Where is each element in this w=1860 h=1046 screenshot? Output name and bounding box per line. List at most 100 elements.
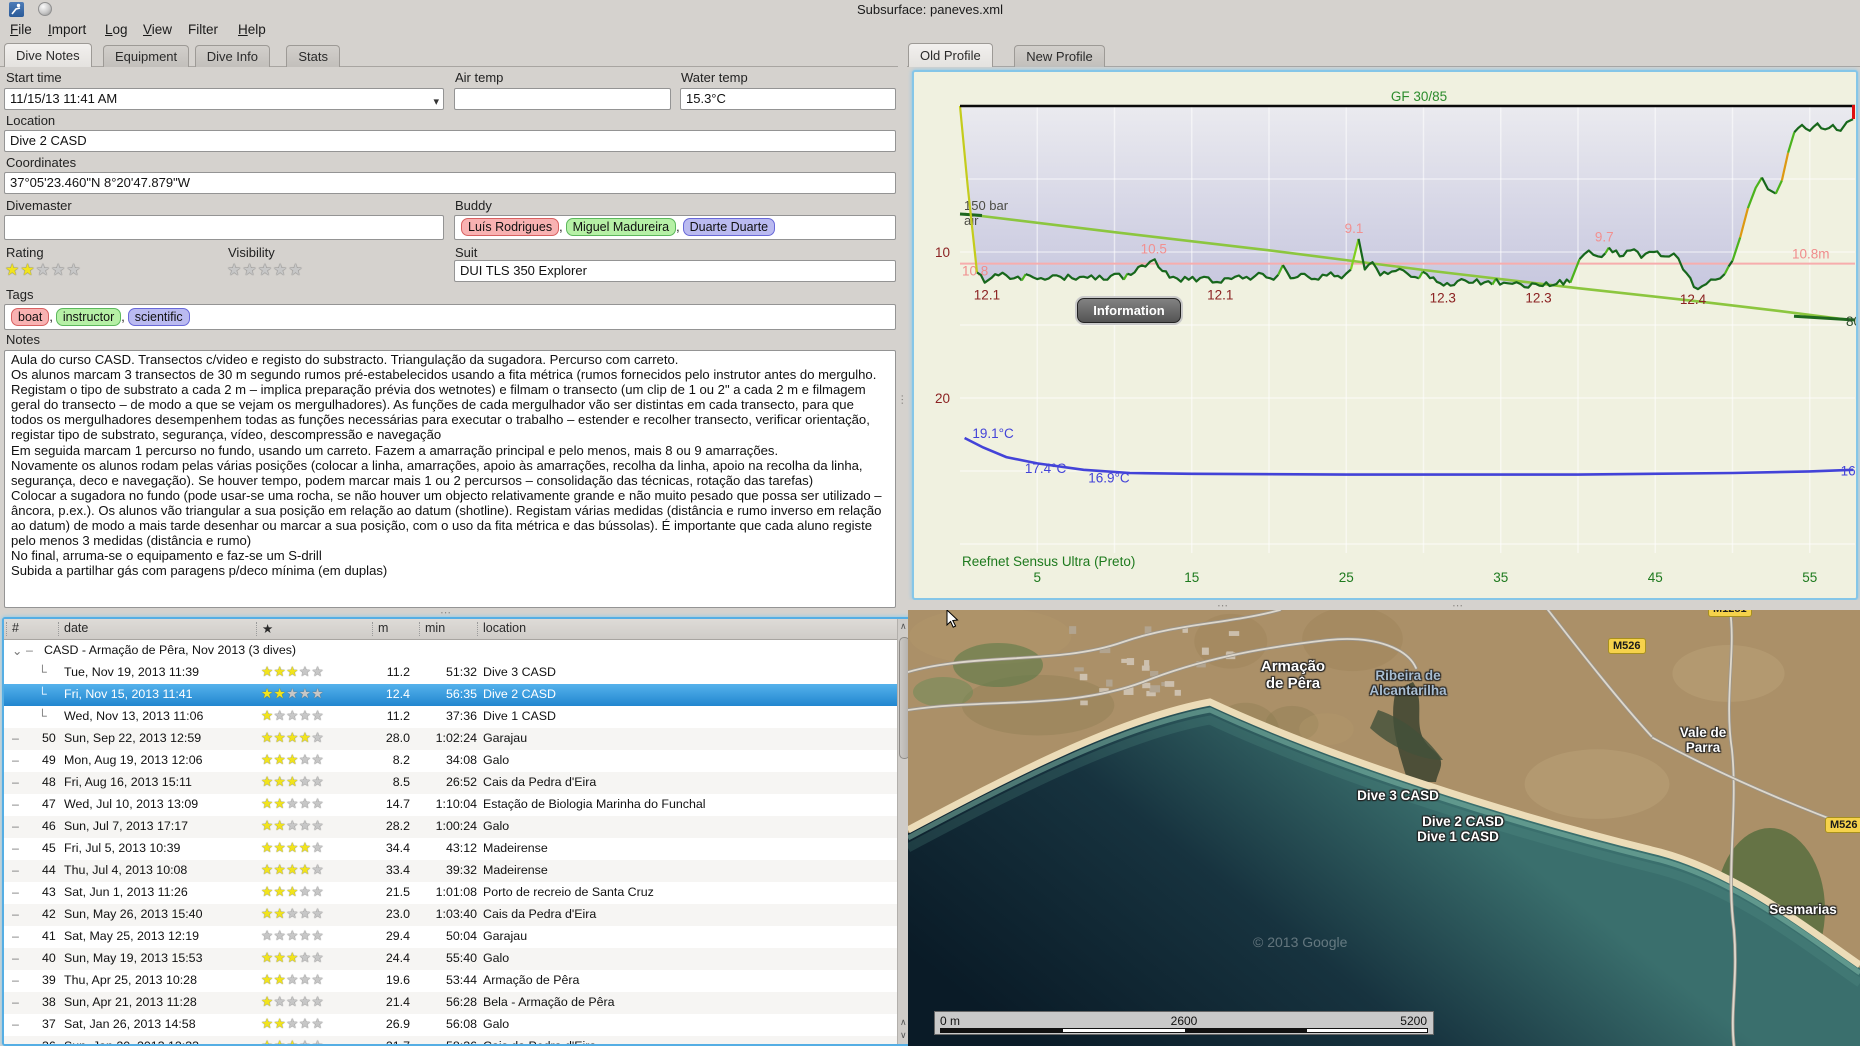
location-field[interactable]: Dive 2 CASD [4,130,896,152]
tag-chip[interactable]: Duarte Duarte [682,218,776,236]
rating-stars[interactable]: ★★★★★ [5,261,82,281]
dive-row[interactable]: –38 Sun, Apr 21, 2013 11:28 ★★★★★ 21.4 56:28… [4,992,898,1014]
dive-row[interactable]: –43 Sat, Jun 1, 2013 11:26 ★★★★★ 21.5 1:01:0… [4,882,898,904]
air-temp-field[interactable] [454,88,671,110]
dive-row[interactable]: –44 Thu, Jul 4, 2013 10:08 ★★★★★ 33.4 39:32 M… [4,860,898,882]
menu-filter[interactable]: Filter [188,22,218,37]
road-badge-m526-right: M526 [1825,817,1860,833]
visibility-label: Visibility [228,245,275,260]
trip-group-row[interactable]: ⌄ – CASD - Armação de Pêra, Nov 2013 (3 di… [4,640,898,662]
dive-row[interactable]: –41 Sat, May 25, 2013 12:19 ★★★★★ 29.4 50:04… [4,926,898,948]
chevron-down-icon[interactable]: ▾ [433,92,439,109]
dive-site-map[interactable]: Armação de Pêra Ribeira de Alcantarilha … [908,610,1860,1046]
information-button[interactable]: Information [1077,298,1181,323]
dive-row[interactable]: └ Wed, Nov 13, 2013 11:06 ★★★★★ 11.2 37:36 Di… [4,706,898,728]
dive-list[interactable]: # date ★ m min location ⌄ – CASD - Armação de P… [2,617,914,1046]
tags-label: Tags [6,287,34,302]
suit-field[interactable]: DUI TLS 350 Explorer [454,260,896,282]
map-scale-bar: 0 m 2600 5200 [934,1011,1434,1035]
left-tab-bar: Dive Notes Equipment Dive Info Stats [0,43,898,67]
tab-equipment[interactable]: Equipment [103,45,190,67]
star-icon: ★ [227,262,243,279]
scroll-up-icon[interactable]: ∧ [900,1017,907,1028]
svg-text:10.8m: 10.8m [1792,247,1830,262]
menu-view[interactable]: View [143,22,172,37]
tab-dive-notes[interactable]: Dive Notes [4,43,92,67]
dive-row[interactable]: –42 Sun, May 26, 2013 15:40 ★★★★★ 23.0 1:03:… [4,904,898,926]
svg-text:10.5: 10.5 [1141,241,1167,256]
dive-profile-chart: 10.8150 barair8019.1°C17.4°C16.9°C1612.1… [935,89,1856,585]
svg-text:Reefnet Sensus Ultra (Preto): Reefnet Sensus Ultra (Preto) [962,554,1135,569]
svg-text:5: 5 [1033,570,1041,585]
scale-bar-segments [940,1028,1428,1033]
scale-end: 5200 [1400,1014,1427,1028]
menu-log[interactable]: Log [105,22,128,37]
divemaster-field[interactable] [4,215,444,240]
dive-row[interactable]: –46 Sun, Jul 7, 2013 17:17 ★★★★★ 28.2 1:00:2… [4,816,898,838]
dive-row[interactable]: –36 Sun, Jan 20, 2013 12:33 ★★★★★ 21.7 58:36… [4,1036,898,1044]
dive-row[interactable]: –37 Sat, Jan 26, 2013 14:58 ★★★★★ 26.9 56:08… [4,1014,898,1036]
tab-new-profile[interactable]: New Profile [1014,45,1105,67]
svg-text:55: 55 [1802,570,1817,585]
scroll-up-icon[interactable]: ∧ [900,621,907,632]
dive-site-marker-dive3[interactable]: Dive 3 CASD [1323,788,1473,803]
column-header-5[interactable]: location [483,621,526,635]
scroll-down-icon[interactable]: ∨ [900,1030,907,1041]
air-temp-label: Air temp [455,70,504,85]
dive-site-marker-dive2[interactable]: Dive 2 CASD [1388,814,1538,829]
dive-row[interactable]: └ Tue, Nov 19, 2013 11:39 ★★★★★ 11.2 51:32 Di… [4,662,898,684]
map-label-vale-de-parra: Vale de Parra [1679,725,1727,755]
tag-chip[interactable]: boat [11,308,50,326]
tab-dive-info[interactable]: Dive Info [194,45,270,67]
svg-text:12.3: 12.3 [1525,291,1551,306]
svg-text:12.1: 12.1 [974,288,1000,303]
dive-row[interactable]: –39 Thu, Apr 25, 2013 10:28 ★★★★★ 19.6 53:44… [4,970,898,992]
window-title: Subsurface: paneves.xml [857,2,1003,17]
dive-site-marker-dive1[interactable]: Dive 1 CASD [1383,829,1533,844]
water-temp-field[interactable]: 15.3°C [680,88,896,110]
dive-row[interactable]: –40 Sun, May 19, 2013 15:53 ★★★★★ 24.4 55:40… [4,948,898,970]
visibility-stars[interactable]: ★★★★★ [227,261,304,281]
right-horizontal-splitter[interactable]: ⋯ ⋯ [907,600,1860,612]
menu-file[interactable]: File [10,22,32,37]
dive-row[interactable]: –50 Sun, Sep 22, 2013 12:59 ★★★★★ 28.0 1:02:… [4,728,898,750]
star-icon: ★ [273,262,289,279]
tag-chip[interactable]: instructor [55,308,122,326]
dive-row[interactable]: –47 Wed, Jul 10, 2013 13:09 ★★★★★ 14.7 1:10:… [4,794,898,816]
notes-textarea[interactable]: Aula do curso CASD. Transectos c/video e… [4,350,896,608]
svg-text:GF 30/85: GF 30/85 [1391,89,1447,104]
column-header-0[interactable]: # [12,621,19,635]
star-icon: ★ [20,262,36,279]
menu-help[interactable]: Help [238,22,266,37]
column-header-3[interactable]: m [378,621,388,635]
svg-text:10.8: 10.8 [962,264,988,279]
menu-import[interactable]: Import [48,22,86,37]
dive-row[interactable]: –45 Fri, Jul 5, 2013 10:39 ★★★★★ 34.4 43:12 M… [4,838,898,860]
column-header-4[interactable]: min [425,621,445,635]
star-icon: ★ [51,262,67,279]
suit-label: Suit [455,245,478,260]
tab-old-profile[interactable]: Old Profile [908,43,993,67]
column-header-1[interactable]: date [64,621,88,635]
svg-text:9.1: 9.1 [1345,221,1364,236]
dive-row[interactable]: └ Fri, Nov 15, 2013 11:41 ★★★★★ 12.4 56:35 Di… [4,684,898,706]
tag-chip[interactable]: Miguel Madureira [565,218,677,236]
tag-chip[interactable]: Luís Rodrigues [461,218,560,236]
svg-text:45: 45 [1648,570,1663,585]
tags-field[interactable]: boat, instructor, scientific [4,304,896,330]
tag-chip[interactable]: scientific [127,308,190,326]
start-time-combobox[interactable]: 11/15/13 11:41 AM ▾ [4,88,444,110]
star-icon: ★ [242,262,258,279]
svg-text:25: 25 [1339,570,1354,585]
start-time-label: Start time [6,70,62,85]
dive-list-header[interactable]: # date ★ m min location [4,619,898,640]
tab-stats[interactable]: Stats [286,45,341,67]
dive-row[interactable]: –48 Fri, Aug 16, 2013 15:11 ★★★★★ 8.5 26:52 C… [4,772,898,794]
left-horizontal-splitter[interactable]: ⋯ [0,608,898,619]
svg-text:9.7: 9.7 [1595,230,1614,245]
coordinates-field[interactable]: 37°05'23.460"N 8°20'47.879"W [4,172,896,194]
column-header-2[interactable]: ★ [262,621,273,636]
svg-text:35: 35 [1493,570,1508,585]
buddy-field[interactable]: Luís Rodrigues, Miguel Madureira, Duarte D… [454,215,896,240]
dive-row[interactable]: –49 Mon, Aug 19, 2013 12:06 ★★★★★ 8.2 34:08 G… [4,750,898,772]
